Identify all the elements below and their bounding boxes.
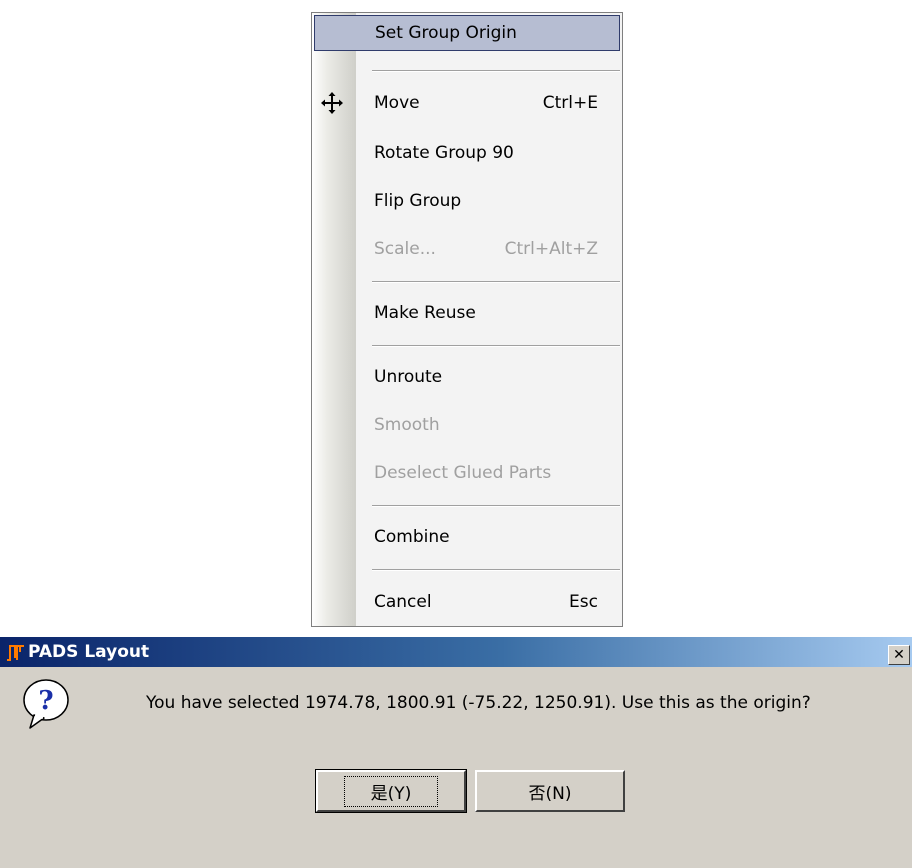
menu-item-shortcut: Ctrl+E bbox=[542, 93, 598, 113]
close-icon: ✕ bbox=[893, 647, 905, 663]
dialog-title: PADS Layout bbox=[28, 642, 150, 662]
menu-item-label: Combine bbox=[374, 527, 450, 547]
menu-item-label: Scale... bbox=[374, 239, 436, 259]
yes-button[interactable]: 是(Y) bbox=[315, 769, 467, 813]
menu-item-deselect-glued-parts: Deselect Glued Parts bbox=[314, 455, 620, 491]
menu-separator bbox=[372, 70, 620, 72]
menu-item-label: Flip Group bbox=[374, 191, 462, 211]
menu-item-unroute[interactable]: Unroute bbox=[314, 359, 620, 395]
menu-separator bbox=[372, 345, 620, 347]
menu-item-label: Cancel bbox=[374, 592, 432, 612]
yes-button-label: 是(Y) bbox=[343, 775, 439, 807]
menu-item-label: Move bbox=[374, 93, 420, 113]
menu-item-shortcut: Esc bbox=[569, 592, 598, 612]
close-button[interactable]: ✕ bbox=[888, 645, 910, 665]
menu-separator bbox=[372, 569, 620, 571]
no-button-label: 否(N) bbox=[528, 783, 572, 804]
menu-item-shortcut: Ctrl+Alt+Z bbox=[504, 239, 598, 259]
menu-item-smooth: Smooth bbox=[314, 407, 620, 443]
menu-separator bbox=[372, 281, 620, 283]
move-arrows-icon bbox=[321, 92, 343, 114]
menu-item-cancel[interactable]: Cancel Esc bbox=[314, 584, 620, 620]
menu-item-set-group-origin[interactable]: Set Group Origin bbox=[314, 15, 620, 51]
menu-item-combine[interactable]: Combine bbox=[314, 519, 620, 555]
context-menu: Set Group Origin Move Ctrl+E Rotate Grou… bbox=[311, 12, 623, 627]
menu-item-label: Unroute bbox=[374, 367, 443, 387]
menu-item-label: Smooth bbox=[374, 415, 440, 435]
menu-item-label: Rotate Group 90 bbox=[374, 143, 514, 163]
no-button[interactable]: 否(N) bbox=[475, 770, 625, 812]
menu-item-flip-group[interactable]: Flip Group bbox=[314, 183, 620, 219]
menu-item-label: Make Reuse bbox=[374, 303, 476, 323]
menu-item-scale: Scale... Ctrl+Alt+Z bbox=[314, 231, 620, 267]
menu-separator bbox=[372, 505, 620, 507]
menu-item-label: Set Group Origin bbox=[375, 23, 517, 43]
question-icon: ? bbox=[23, 679, 69, 729]
menu-item-move[interactable]: Move Ctrl+E bbox=[314, 85, 620, 121]
message-dialog: PADS Layout ✕ ? You have selected 1974.7… bbox=[0, 637, 912, 868]
menu-item-make-reuse[interactable]: Make Reuse bbox=[314, 295, 620, 331]
pads-app-icon bbox=[7, 645, 24, 661]
dialog-titlebar[interactable]: PADS Layout ✕ bbox=[0, 637, 912, 667]
svg-text:?: ? bbox=[38, 686, 53, 716]
menu-item-label: Deselect Glued Parts bbox=[374, 463, 552, 483]
dialog-message: You have selected 1974.78, 1800.91 (-75.… bbox=[146, 693, 811, 713]
menu-item-rotate-group-90[interactable]: Rotate Group 90 bbox=[314, 135, 620, 171]
